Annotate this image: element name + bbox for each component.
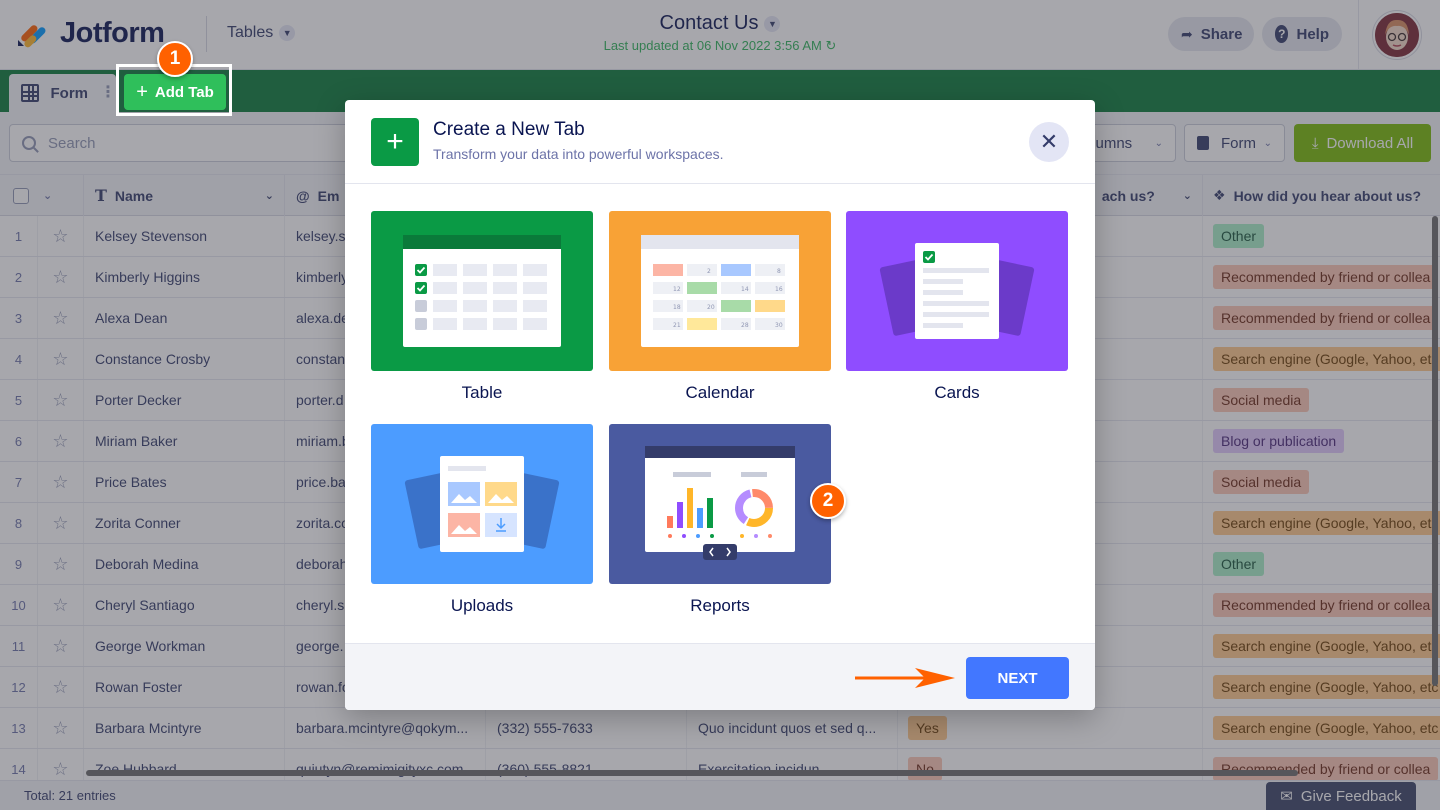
cards-illustration — [846, 211, 1068, 371]
tab-option-cards-label: Cards — [934, 383, 980, 402]
tab-option-table-label: Table — [461, 383, 503, 402]
tab-option-reports[interactable]: Reports — [609, 424, 831, 616]
tab-option-uploads-label: Uploads — [450, 596, 514, 615]
uploads-illustration — [371, 424, 593, 584]
svg-text:12: 12 — [673, 286, 681, 293]
modal-title: Create a New Tab — [433, 119, 585, 140]
step-badge-2: 2 — [810, 483, 846, 519]
add-tab-label: Add Tab — [154, 83, 214, 101]
tab-option-table[interactable]: Table — [371, 211, 593, 403]
close-icon[interactable]: ✕ — [1029, 122, 1069, 162]
create-tab-modal: + Create a New Tab Transform your data i… — [345, 100, 1095, 710]
svg-text:2: 2 — [707, 268, 711, 275]
svg-text:20: 20 — [707, 304, 715, 311]
svg-text:28: 28 — [741, 322, 749, 329]
svg-text:30: 30 — [775, 322, 783, 329]
next-button[interactable]: NEXT — [966, 657, 1069, 699]
svg-text:16: 16 — [775, 286, 783, 293]
step-badge-1: 1 — [157, 41, 193, 77]
svg-text:21: 21 — [673, 322, 681, 329]
modal-footer: NEXT — [345, 643, 1095, 710]
modal-header: + Create a New Tab Transform your data i… — [345, 100, 1095, 184]
add-tab-button-highlighted[interactable]: + Add Tab — [124, 74, 226, 110]
arrow-head-icon — [915, 668, 955, 688]
tab-option-calendar-label: Calendar — [685, 383, 755, 402]
tab-option-uploads[interactable]: Uploads — [371, 424, 593, 616]
plus-icon: + — [136, 80, 148, 103]
svg-text:14: 14 — [741, 286, 749, 293]
tab-option-reports-label: Reports — [690, 596, 750, 615]
modal-subtitle: Transform your data into powerful worksp… — [433, 146, 724, 162]
table-illustration — [371, 211, 593, 371]
reports-illustration — [609, 424, 831, 584]
svg-text:8: 8 — [777, 268, 781, 275]
calendar-illustration: 28 12 14 16 18 20 21 28 30 — [609, 211, 831, 371]
plus-icon: + — [371, 118, 419, 166]
tab-option-cards[interactable]: Cards — [846, 211, 1068, 403]
svg-text:18: 18 — [673, 304, 681, 311]
tab-option-calendar[interactable]: 28 12 14 16 18 20 21 28 30 Calendar — [609, 211, 831, 403]
